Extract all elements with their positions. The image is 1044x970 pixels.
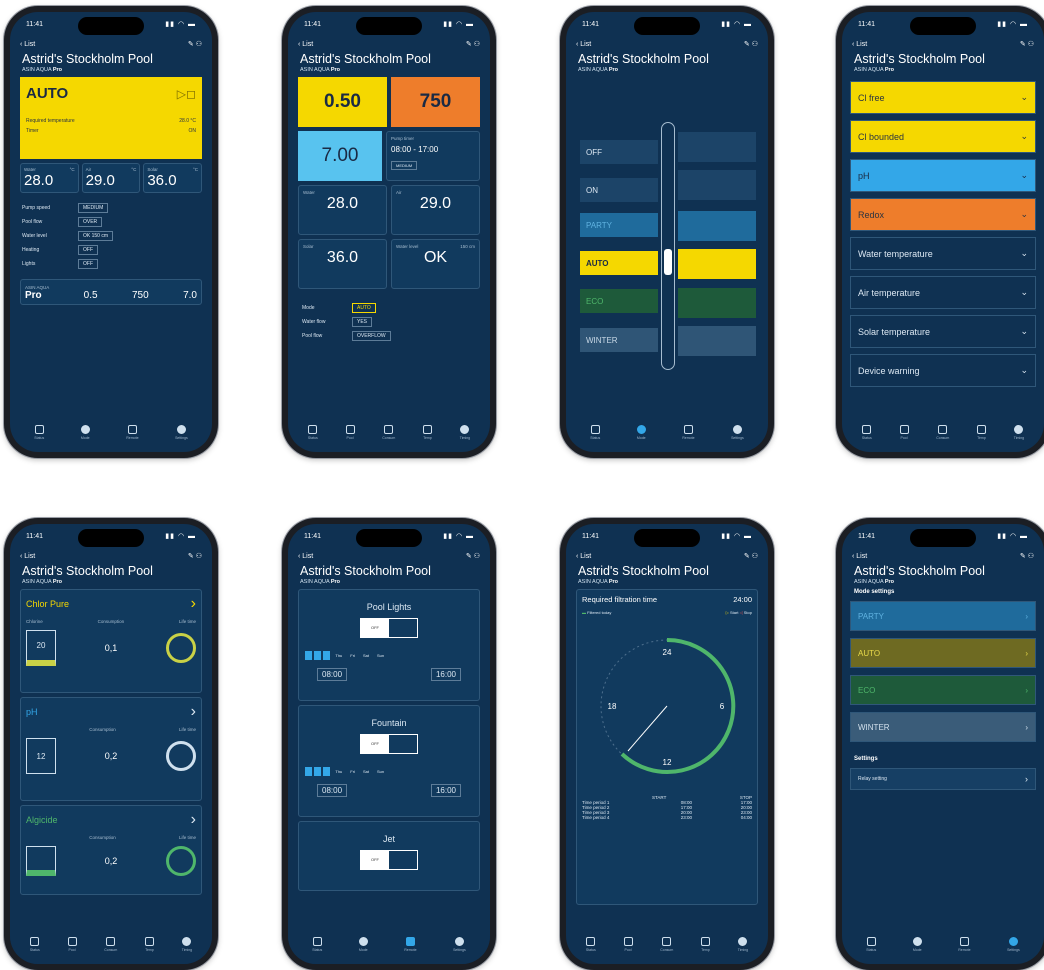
timer-label: Timer [26,128,39,134]
dynamic-island [78,17,144,35]
back-button[interactable]: ‹ List [852,553,867,560]
auto-mode-icon: ▷◻ [176,86,196,101]
pump-icon [165,633,196,663]
pool-lights-card: Pool Lights OFF Thu Fri Sat Sun 08:00 16:00 [298,589,480,701]
mode-setting-eco[interactable]: ECO › [850,675,1036,705]
cl-free-card[interactable]: 0.50 [298,77,387,127]
mode-on[interactable]: ON [580,178,658,202]
water-temp-card: Water 28.0 [298,185,387,235]
tab-status[interactable]: Status [34,424,44,440]
back-button[interactable]: ‹ List [20,41,35,48]
tab-status[interactable]: Status [308,424,318,440]
dropdown-redox[interactable]: Redox ⌄ [850,198,1036,231]
phone-remote-screen: 11:41 ▮▮ ◠ ▬ ‹ List ✎ ⚇ Astrid's Stockholm… [282,518,496,970]
mode-label: AUTO [26,85,69,102]
mode-eco[interactable]: ECO [580,289,658,313]
page-title: Astrid's Stockholm Pool [300,52,431,66]
dropdown-air-temp[interactable]: Air temperature ⌄ [850,276,1036,309]
tab-temp[interactable]: Temp [423,424,432,440]
chlor-pure-card[interactable]: Chlor Pure › Chlorine Consumption Life time… [20,589,202,693]
tab-consum[interactable]: Consum [382,424,395,440]
phone-filtration-screen: 11:41 ▮▮ ◠ ▬ ‹ List ✎ ⚇ Astrid's Stockholm… [560,518,774,970]
redox-card[interactable]: 750 [391,77,480,127]
mode-setting-auto[interactable]: AUTO › [850,638,1036,668]
timer-value: ON [188,128,197,134]
back-button[interactable]: ‹ List [20,553,35,560]
mode-slider-thumb[interactable] [664,249,672,275]
mode-auto[interactable]: AUTO [580,251,658,275]
tab-pool[interactable]: Pool [345,424,355,440]
mode-chip: AUTO [352,303,376,313]
water-level-card: Water level 150 cm OK [391,239,480,289]
ph-card[interactable]: pH › Consumption Life time 12 0,2 [20,697,202,801]
mode-setting-party[interactable]: PARTY › [850,601,1036,631]
auto-card[interactable]: AUTO ▷◻ Required temperature 28.0 °C Timer… [20,77,202,159]
phone-mode-screen: 11:41 ▮▮ ◠ ▬ ‹ List ✎ ⚇ Astrid's Stockholm… [560,6,774,458]
tab-settings[interactable]: Settings [175,424,188,440]
clock: 11:41 [26,20,43,28]
svg-text:12: 12 [663,758,672,767]
fountain-toggle[interactable]: OFF [360,734,418,754]
tab-mode[interactable]: Mode [80,424,90,440]
tab-bar: Status Mode Remote Settings [10,418,212,452]
edit-icon[interactable]: ✎ ⚇ [744,40,758,48]
canister-icon: 20 [26,630,56,666]
device-name: ASIN AQUA Pro [22,67,63,73]
ph-card[interactable]: 7.00 [298,131,382,181]
air-temp-card: Air °C 29.0 [81,163,141,193]
back-button[interactable]: ‹ List [298,553,313,560]
phone-consumption-screen: 11:41 ▮▮ ◠ ▬ ‹ List ✎ ⚇ Astrid's Stockholm… [4,518,218,970]
back-button[interactable]: ‹ List [852,41,867,48]
mode-winter[interactable]: WINTER [580,328,658,352]
jet-card: Jet OFF [298,821,480,891]
solar-temp-card: Solar °C 36.0 [143,163,203,193]
chevron-down-icon: ⌄ [1020,92,1028,102]
dropdown-ph[interactable]: pH ⌄ [850,159,1036,192]
signal-icons: ▮▮ ◠ ▬ [165,21,196,28]
fountain-card: Fountain OFF Thu Fri Sat Sun 08:00 16:00 [298,705,480,817]
phone-settings-screen: 11:41 ▮▮ ◠ ▬ ‹ List ✎ ⚇ Astrid's Stockholm… [836,518,1044,970]
phone-alarms-screen: 11:41 ▮▮ ◠ ▬ ‹ List ✎ ⚇ Astrid's Stockholm… [836,6,1044,458]
solar-temp-card: Solar 36.0 [298,239,387,289]
algicide-card[interactable]: Algicide › Consumption Life time 0,2 [20,805,202,895]
pump-timer-card[interactable]: Pump timer 08:00 - 17:00 MEDIUM [386,131,480,181]
phone-status-screen: 11:41 ▮▮ ◠ ▬ ‹ List ✎ ⚇ Astrid's Stockholm… [4,6,218,458]
svg-text:18: 18 [608,702,617,711]
air-temp-card: Air 29.0 [391,185,480,235]
filtration-clock[interactable]: 24 6 12 18 [582,621,752,791]
status-rows: Pump speed MEDIUM Pool flow OVER Water lev… [22,201,200,271]
dropdown-cl-free[interactable]: Cl free ⌄ [850,81,1036,114]
back-button[interactable]: ‹ List [576,41,591,48]
dropdown-water-temp[interactable]: Water temperature ⌄ [850,237,1036,270]
dropdown-device-warning[interactable]: Device warning ⌄ [850,354,1036,387]
lights-toggle[interactable]: OFF [360,618,418,638]
phone-pool-screen: 11:41 ▮▮ ◠ ▬ ‹ List ✎ ⚇ Astrid's Stockholm… [282,6,496,458]
water-temp-card: Water °C 28.0 [20,163,79,193]
mode-off[interactable]: OFF [580,140,658,164]
jet-toggle[interactable]: OFF [360,850,418,870]
summary-footer[interactable]: ASIN AQUA Pro 0.5 750 7.0 [20,279,202,305]
req-temp-value: 28.0 °C [179,118,196,124]
svg-text:6: 6 [720,702,725,711]
back-button[interactable]: ‹ List [298,41,313,48]
req-temp-label: Required temperature [26,118,75,124]
filtration-card: Required filtration time 24:00 ▬ Filtered… [576,589,758,905]
dropdown-cl-bounded[interactable]: Cl bounded ⌄ [850,120,1036,153]
tab-remote[interactable]: Remote [126,424,139,440]
mode-setting-winter[interactable]: WINTER › [850,712,1036,742]
relay-setting-row[interactable]: Relay setting › [850,768,1036,790]
mode-party[interactable]: PARTY [580,213,658,237]
dropdown-solar-temp[interactable]: Solar temperature ⌄ [850,315,1036,348]
mode-slider-track[interactable] [661,122,675,370]
page-title: Astrid's Stockholm Pool [22,52,153,66]
svg-text:24: 24 [663,648,672,657]
edit-icon[interactable]: ✎ ⚇ [466,40,480,48]
tab-timing[interactable]: Timing [460,424,470,440]
back-button[interactable]: ‹ List [576,553,591,560]
edit-icon[interactable]: ✎ ⚇ [188,40,202,48]
